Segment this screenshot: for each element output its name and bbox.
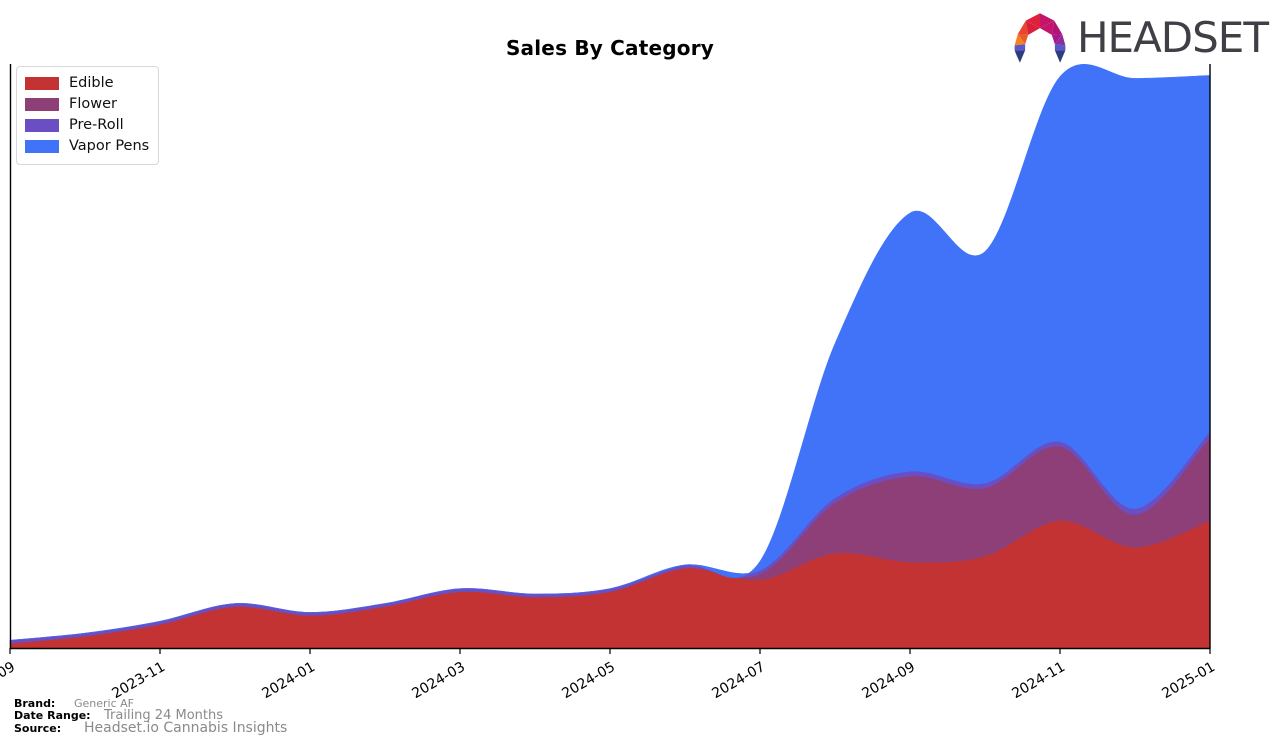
footer-value: Headset.io Cannabis Insights — [84, 720, 288, 736]
legend-swatch-icon — [25, 98, 59, 111]
legend-item-edible[interactable]: Edible — [25, 73, 149, 94]
chart-legend: Edible Flower Pre-Roll Vapor Pens — [16, 66, 160, 165]
x-tick-label: 2024-07 — [709, 659, 768, 703]
legend-item-pre-roll[interactable]: Pre-Roll — [25, 115, 149, 136]
legend-swatch-icon — [25, 140, 59, 153]
x-tick-label: 2024-09 — [859, 659, 918, 703]
footer-row: Source: Headset.io Cannabis Insights — [14, 720, 614, 736]
area-series-edible — [9, 520, 1211, 649]
legend-item-label: Pre-Roll — [69, 117, 124, 134]
legend-item-label: Flower — [69, 96, 117, 113]
headset-logo-icon — [1014, 13, 1066, 63]
x-tick-label: 2025-01 — [1159, 659, 1218, 703]
area-series-group — [9, 64, 1211, 649]
legend-swatch-icon — [25, 119, 59, 132]
chart-plot-area — [0, 0, 1276, 660]
legend-swatch-icon — [25, 77, 59, 90]
x-tick-label: 2024-11 — [1009, 659, 1068, 703]
headset-brand-logo: HEADSET — [1009, 12, 1269, 64]
legend-item-vapor-pens[interactable]: Vapor Pens — [25, 136, 149, 157]
logo-wordmark: HEADSET — [1076, 13, 1269, 62]
legend-item-label: Vapor Pens — [69, 138, 150, 155]
legend-item-flower[interactable]: Flower — [25, 94, 149, 115]
stacked-area-chart — [9, 64, 1211, 654]
chart-footer: Brand: Generic AF Date Range: Trailing 24 M… — [14, 698, 614, 736]
legend-item-label: Edible — [69, 75, 114, 92]
footer-label: Source: — [14, 722, 62, 735]
